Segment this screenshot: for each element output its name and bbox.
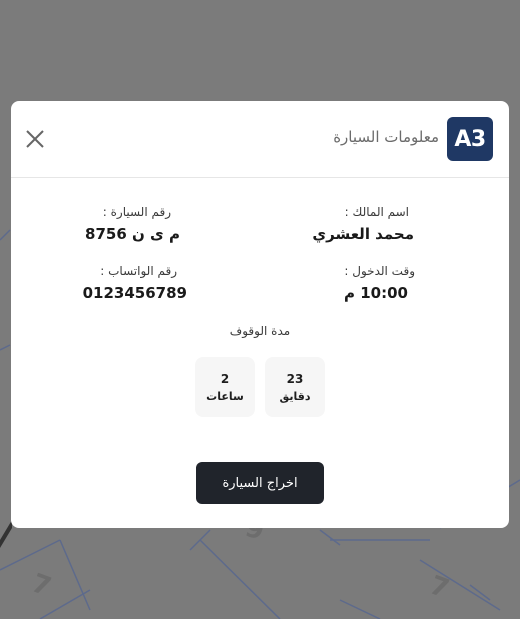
whatsapp-label: رقم الواتساب : <box>100 264 177 278</box>
close-icon <box>26 130 44 148</box>
owner-value: محمد العشري <box>312 225 414 243</box>
duration-hours-tile: 2 ساعات <box>195 357 255 417</box>
release-car-button[interactable]: اخراج السيارة <box>196 462 324 504</box>
modal-header: A3 معلومات السيارة <box>11 101 509 178</box>
plate-label: رقم السيارة : <box>102 205 171 219</box>
parking-duration-label: مدة الوقوف <box>229 324 291 338</box>
entry-time-label: وقت الدخول : <box>344 264 415 278</box>
modal-title: معلومات السيارة <box>333 128 439 146</box>
hours-unit: ساعات <box>206 389 244 403</box>
close-button[interactable] <box>24 128 46 150</box>
plate-value: م ى ن 8756 <box>85 225 180 243</box>
whatsapp-value: 0123456789 <box>82 284 187 302</box>
hours-value: 2 <box>220 371 230 386</box>
minutes-value: 23 <box>286 371 304 386</box>
minutes-unit: دقايق <box>279 389 311 403</box>
owner-label: اسم المالك : <box>344 205 409 219</box>
car-info-modal: A3 معلومات السيارة اسم المالك : محمد الع… <box>11 101 509 528</box>
parking-spot-badge: A3 <box>447 117 493 161</box>
entry-time-value: 10:00 م <box>344 284 408 302</box>
duration-minutes-tile: 23 دقايق <box>265 357 325 417</box>
